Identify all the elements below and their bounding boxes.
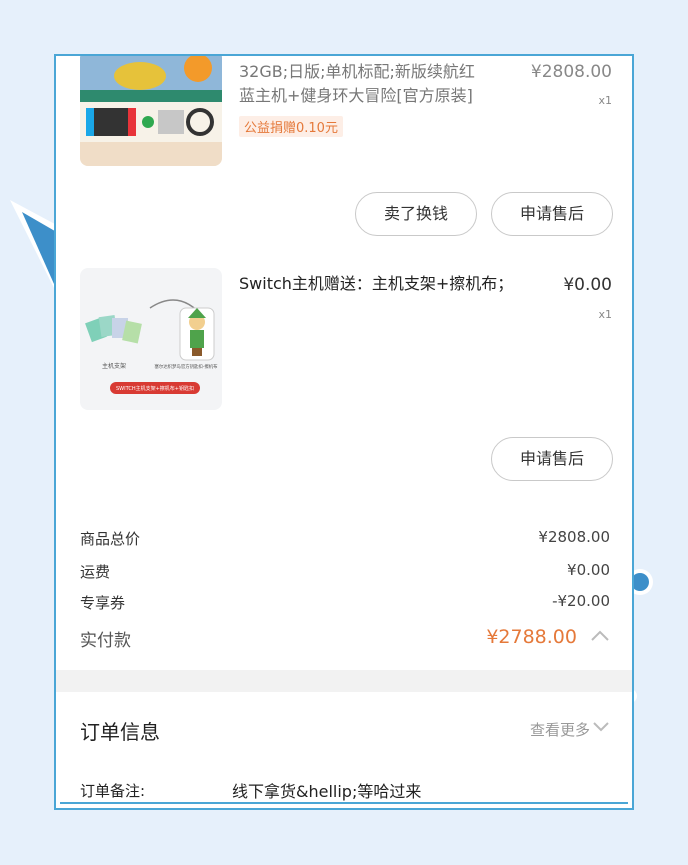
after-sale-button-2[interactable]: 申请售后 [491, 437, 613, 481]
cloth-icon [85, 314, 142, 344]
product-1-quantity: x1 [598, 94, 612, 107]
product-2-price: ¥0.00 [563, 275, 612, 295]
charity-badge: 公益捐赠0.10元 [239, 116, 343, 137]
subtotal-label: 商品总价 [80, 530, 141, 548]
sell-button[interactable]: 卖了换钱 [355, 192, 477, 236]
total-paid-label: 实付款 [80, 631, 131, 651]
shipping-label: 运费 [80, 563, 111, 581]
image-label-keychain: 塞尔达织梦岛官方钥匙扣-擦机布 [154, 363, 218, 370]
subtotal-value: ¥2808.00 [538, 528, 610, 546]
chevron-up-icon[interactable] [590, 628, 610, 642]
after-sale-button-1[interactable]: 申请售后 [491, 192, 613, 236]
view-more-link[interactable]: 查看更多 [530, 719, 590, 740]
product-1-title: 32GB;日版;单机标配;新版续航红 蓝主机+健身环大冒险[官方原装] [239, 60, 489, 108]
product-2-title: Switch主机赠送：主机支架+擦机布； [239, 274, 514, 293]
coupon-label: 专享券 [80, 594, 126, 612]
product-2-quantity: x1 [598, 308, 612, 321]
keychain-icon [149, 299, 215, 361]
product-1-title-line-2: 蓝主机+健身环大冒险[官方原装] [239, 86, 473, 105]
chevron-down-icon[interactable] [592, 720, 610, 734]
shipping-value: ¥0.00 [567, 561, 610, 579]
order-note-label: 订单备注: [80, 782, 146, 800]
product-1-price: ¥2808.00 [530, 62, 612, 82]
order-detail-card: 32GB;日版;单机标配;新版续航红 蓝主机+健身环大冒险[官方原装] ¥280… [54, 54, 634, 810]
total-paid-value: ¥2788.00 [486, 626, 577, 648]
product-2-image[interactable]: 主机支架 塞尔达织梦岛官方钥匙扣-擦机布 SWITCH主机支架+擦机布+钥匙扣 [80, 268, 222, 410]
coupon-value: -¥20.00 [552, 592, 610, 610]
frame-bottom-line [60, 802, 628, 804]
image-label-stand: 主机支架 [102, 362, 126, 370]
order-info-title: 订单信息 [80, 720, 160, 744]
product-1-image[interactable] [80, 56, 222, 166]
product-1-title-line-1: 32GB;日版;单机标配;新版续航红 [239, 62, 475, 81]
section-divider [56, 670, 632, 692]
order-note-value: 线下拿货&hellip;等哈过来 [232, 782, 422, 801]
image-label-bundle: SWITCH主机支架+擦机布+钥匙扣 [116, 385, 194, 392]
